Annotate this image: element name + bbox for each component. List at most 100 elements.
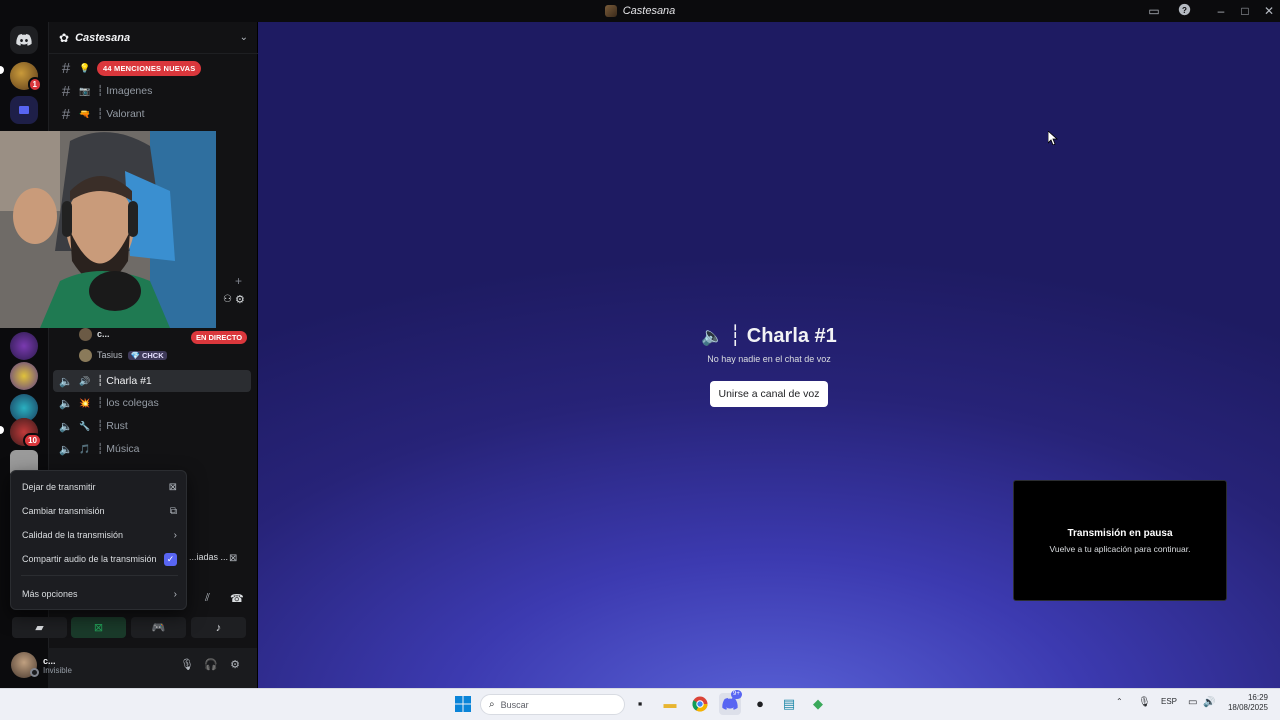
stream-context-menu: Dejar de transmitir ⊠ Cambiar transmisió… xyxy=(10,470,187,610)
window-title: Castesana xyxy=(604,5,675,17)
language-indicator[interactable]: ESP xyxy=(1161,697,1177,706)
soundboard-button[interactable]: ♪ xyxy=(191,617,246,638)
voice-channel-item[interactable]: 🔈 🔧 ┆ Rust xyxy=(53,415,251,437)
channel-label: ┆ los colegas xyxy=(97,397,159,409)
stream-paused-title: Transmisión en pausa xyxy=(1067,528,1173,539)
minimize-icon[interactable]: – xyxy=(1213,3,1229,19)
change-stream-menu-item[interactable]: Cambiar transmisión ⧉ xyxy=(17,500,182,522)
add-channel-icon[interactable]: + xyxy=(235,274,242,288)
voice-user[interactable]: Tasius 💎 CHCK xyxy=(79,346,167,364)
stream-preview-icon[interactable]: ⊠ xyxy=(229,553,237,564)
search-placeholder: Buscar xyxy=(500,699,529,710)
file-explorer-icon[interactable]: ▬ xyxy=(659,693,681,715)
channel-settings-icon[interactable]: ⚙ xyxy=(235,293,245,306)
empty-voice-text: No hay nadie en el chat de voz xyxy=(707,354,831,364)
speaker-icon: 🔈 xyxy=(59,375,73,388)
discord-taskbar-icon[interactable]: 9+ xyxy=(719,690,742,715)
checkbox-checked-icon[interactable]: ✓ xyxy=(164,552,177,566)
user-tag-text: CHCK xyxy=(141,350,164,360)
server-icon[interactable] xyxy=(10,332,38,360)
server-icon[interactable] xyxy=(10,362,38,390)
start-button[interactable] xyxy=(452,693,474,715)
speaker-icon: 🔈 xyxy=(701,326,724,346)
notepad-icon[interactable]: ▤ xyxy=(778,693,800,715)
channel-emoji: 📷 xyxy=(79,85,91,96)
disconnect-icon[interactable]: ☎ xyxy=(230,592,244,605)
server-header[interactable]: ✿ Castesana ⌄ xyxy=(49,22,258,54)
chevron-right-icon: › xyxy=(173,529,177,541)
chevron-right-icon: › xyxy=(173,588,177,600)
inbox-icon[interactable]: ▭ xyxy=(1146,3,1162,19)
live-badge: EN DIRECTO xyxy=(191,327,248,345)
server-name: Castesana xyxy=(75,31,131,44)
clock[interactable]: 16:29 18/08/2025 xyxy=(1226,693,1268,713)
discord-home-icon[interactable] xyxy=(10,26,38,54)
microphone-icon[interactable]: 🎙 xyxy=(179,657,195,673)
speaker-icon: 🔈 xyxy=(59,420,73,433)
voice-user-name: c... xyxy=(97,329,110,339)
folder-icon[interactable] xyxy=(10,96,38,124)
taskbar-search[interactable]: ⌕ Buscar xyxy=(480,694,625,715)
mouse-cursor-icon xyxy=(1048,131,1058,145)
channel-label: ┆ Rust xyxy=(97,420,128,432)
channel-emoji: 🎵 xyxy=(79,443,91,454)
webcam-overlay xyxy=(0,131,216,328)
channel-emoji: 🔧 xyxy=(79,420,91,431)
stream-quality-menu-item[interactable]: Calidad de la transmisión › xyxy=(17,524,182,546)
voice-channel-item[interactable]: 🔈 🔊 ┆ Charla #1 xyxy=(53,370,251,392)
task-view-icon[interactable]: ▪ xyxy=(629,693,651,715)
server-icon[interactable]: 1 xyxy=(10,62,42,92)
soundboard-icon: ♪ xyxy=(215,621,222,634)
microphone-tray-icon[interactable]: 🎙 xyxy=(1138,697,1151,708)
channel-emoji: 💥 xyxy=(79,397,91,408)
channel-label: ┆ Valorant xyxy=(97,108,145,120)
username: c... xyxy=(43,656,56,666)
stream-paused-subtitle: Vuelve a tu aplicación para continuar. xyxy=(1049,544,1191,554)
chrome-icon[interactable] xyxy=(689,693,711,715)
screen-share-button[interactable]: ⊠ xyxy=(71,617,126,638)
headphones-icon[interactable]: 🎧 xyxy=(203,657,219,673)
voice-channel-item[interactable]: 🔈 💥 ┆ los colegas xyxy=(53,392,251,414)
channel-item[interactable]: # 💡 44 MENCIONES NUEVAS xyxy=(53,57,251,79)
webcam-video xyxy=(0,131,216,328)
voice-channel-view: 🔈 ┆ Charla #1 No hay nadie en el chat de… xyxy=(258,22,1280,688)
steam-icon[interactable]: ● xyxy=(749,693,771,715)
text-channel-icon: # xyxy=(61,105,71,123)
menu-item-label: Dejar de transmitir xyxy=(22,482,96,492)
volume-icon[interactable]: 🔊 xyxy=(1203,697,1215,708)
unread-pill xyxy=(0,66,4,74)
title-bar: Castesana xyxy=(0,0,1280,22)
mentions-badge[interactable]: 44 MENCIONES NUEVAS xyxy=(97,60,202,76)
channel-label: ┆ Música xyxy=(97,443,140,455)
stop-stream-menu-item[interactable]: Dejar de transmitir ⊠ xyxy=(17,476,182,498)
channel-item[interactable]: # 🔫 ┆ Valorant xyxy=(53,103,251,125)
menu-item-label: Más opciones xyxy=(22,589,78,599)
voice-channel-item[interactable]: 🔈 🎵 ┆ Música xyxy=(53,438,251,460)
unread-pill xyxy=(0,426,4,434)
channel-item[interactable]: # 📷 ┆ Imagenes xyxy=(53,80,251,102)
server-icon[interactable]: 10 xyxy=(10,418,42,448)
stream-status-text: ...iadas ... xyxy=(189,552,229,562)
network-icon[interactable]: ▭ xyxy=(1188,697,1197,708)
user-settings-icon[interactable]: ⚙ xyxy=(227,657,243,673)
join-voice-button[interactable]: Unirse a canal de voz xyxy=(710,381,828,407)
menu-item-label: Compartir audio de la transmisión xyxy=(22,554,157,564)
chevron-up-icon[interactable]: ⌃ xyxy=(1116,697,1123,706)
noise-suppression-icon[interactable]: ⫽ xyxy=(205,592,210,605)
menu-item-label: Calidad de la transmisión xyxy=(22,530,124,540)
avatar xyxy=(79,327,92,341)
clock-time: 16:29 xyxy=(1247,693,1268,702)
server-settings-icon: ✿ xyxy=(59,30,70,45)
help-icon[interactable]: ? xyxy=(1176,3,1192,19)
clock-date: 18/08/2025 xyxy=(1227,703,1268,712)
close-icon[interactable]: ✕ xyxy=(1261,3,1277,19)
maximize-icon[interactable]: □ xyxy=(1237,3,1253,19)
camera-off-button[interactable]: ▰ xyxy=(12,617,67,638)
more-options-menu-item[interactable]: Más opciones › xyxy=(17,583,182,605)
app-icon[interactable]: ◆ xyxy=(807,693,829,715)
channel-emoji: 🔊 xyxy=(79,375,91,386)
share-stream-audio-menu-item[interactable]: Compartir audio de la transmisión ✓ xyxy=(17,548,182,570)
invite-icon[interactable]: ⚇ xyxy=(223,294,232,305)
chevron-down-icon: ⌄ xyxy=(239,32,248,43)
activities-button[interactable]: 🎮 xyxy=(131,617,186,638)
